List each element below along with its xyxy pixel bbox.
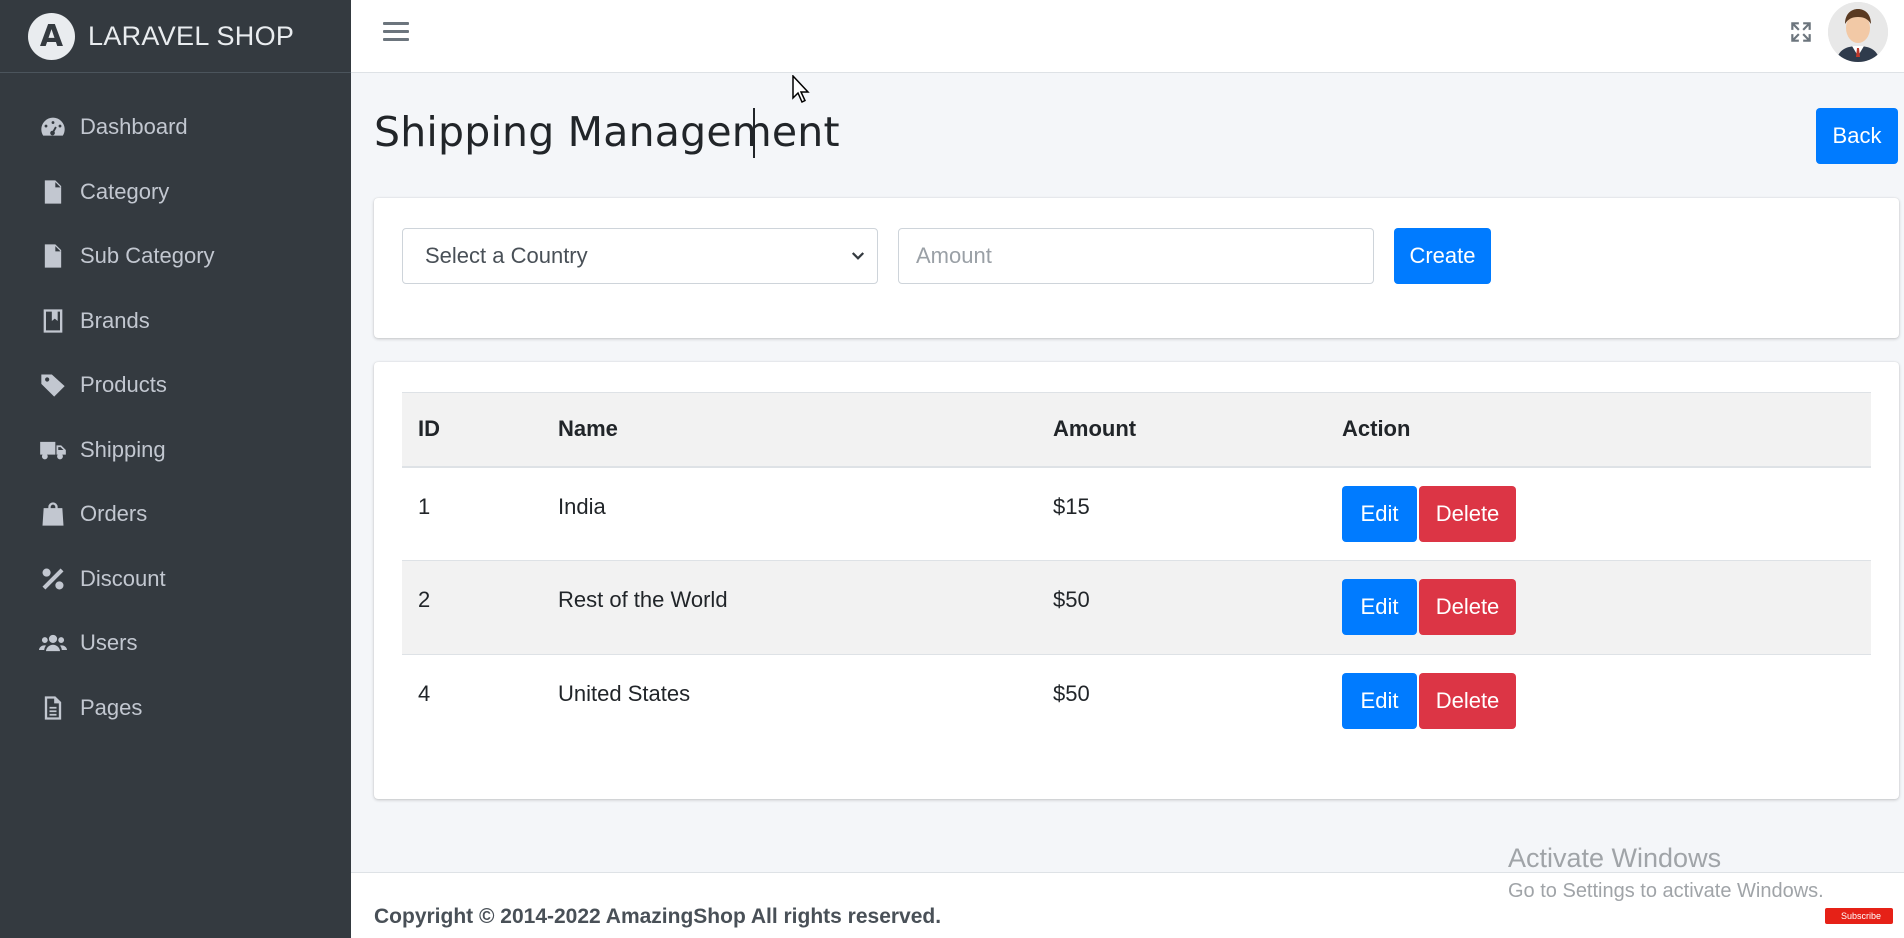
cell-actions: Edit Delete: [1326, 561, 1871, 655]
column-header-action: Action: [1342, 416, 1411, 442]
sidebar-item-label: Shipping: [80, 436, 166, 462]
mouse-cursor-icon: [792, 75, 810, 104]
bookmark-icon: [38, 306, 68, 336]
edit-button[interactable]: Edit: [1342, 579, 1417, 635]
sidebar-item-orders[interactable]: Orders: [0, 482, 351, 547]
sidebar-item-label: Brands: [80, 307, 150, 333]
top-navbar: [351, 0, 1904, 73]
brand-name: LARAVEL SHOP: [88, 20, 295, 51]
shipping-form-card: Select a Country Create: [374, 198, 1899, 338]
menu-toggle-icon[interactable]: [383, 18, 409, 44]
sidebar-nav: Dashboard Category Sub Category Brands P…: [0, 73, 351, 740]
brand-link[interactable]: A LARAVEL SHOP: [0, 0, 351, 73]
users-icon: [38, 628, 68, 658]
column-header-name: Name: [558, 416, 618, 442]
table-row: 1 India $15 Edit Delete: [402, 467, 1871, 561]
user-avatar[interactable]: [1828, 2, 1888, 62]
table-row: 2 Rest of the World $50 Edit Delete: [402, 560, 1871, 655]
cell-amount: $15: [1053, 493, 1090, 519]
delete-button[interactable]: Delete: [1419, 673, 1516, 729]
sidebar-item-label: Products: [80, 372, 167, 398]
sidebar-item-label: Pages: [80, 694, 143, 720]
column-header-amount: Amount: [1053, 416, 1137, 442]
shopping-bag-icon: [38, 499, 68, 529]
brand-logo: A: [28, 12, 75, 60]
tag-icon: [38, 370, 68, 400]
sidebar: A LARAVEL SHOP Dashboard Category Sub Ca…: [0, 0, 351, 938]
cell-id: 4: [418, 681, 431, 706]
shipping-table: ID Name Amount Action 1 India $15 Edit De…: [402, 392, 1871, 749]
cell-name: India: [558, 493, 606, 519]
sidebar-item-label: Orders: [80, 501, 148, 527]
footer-copyright: Copyright © 2014-2022 AmazingShop All ri…: [374, 905, 942, 928]
create-button[interactable]: Create: [1394, 228, 1491, 284]
cell-name: United States: [558, 681, 691, 706]
sidebar-item-pages[interactable]: Pages: [0, 676, 351, 741]
back-button[interactable]: Back: [1816, 108, 1898, 164]
sidebar-item-brands[interactable]: Brands: [0, 289, 351, 354]
cell-id: 2: [418, 587, 431, 612]
cell-actions: Edit Delete: [1326, 467, 1871, 561]
delete-button[interactable]: Delete: [1419, 579, 1516, 635]
chevron-down-icon: [851, 252, 865, 260]
file-alt-icon: [38, 693, 68, 723]
percent-icon: [38, 564, 68, 594]
sidebar-item-users[interactable]: Users: [0, 611, 351, 676]
column-header-id: ID: [418, 416, 440, 442]
sidebar-item-label: Category: [80, 178, 170, 204]
sidebar-item-products[interactable]: Products: [0, 353, 351, 418]
activate-windows-subtitle: Go to Settings to activate Windows.: [1508, 880, 1824, 902]
file-icon: [38, 177, 68, 207]
delete-button[interactable]: Delete: [1419, 485, 1516, 542]
amount-input[interactable]: [898, 228, 1374, 284]
table-row: 4 United States $50 Edit Delete: [402, 655, 1871, 749]
cell-amount: $50: [1053, 587, 1090, 612]
table-header-row: ID Name Amount Action: [402, 392, 1871, 467]
sidebar-item-discount[interactable]: Discount: [0, 547, 351, 612]
sidebar-item-shipping[interactable]: Shipping: [0, 418, 351, 483]
sidebar-item-sub-category[interactable]: Sub Category: [0, 224, 351, 289]
sidebar-item-label: Discount: [80, 565, 166, 591]
sidebar-item-label: Sub Category: [80, 243, 215, 269]
edit-button[interactable]: Edit: [1342, 485, 1417, 542]
sidebar-item-label: Dashboard: [80, 114, 188, 140]
cell-name: Rest of the World: [558, 587, 728, 612]
file-icon: [38, 241, 68, 271]
edit-button[interactable]: Edit: [1342, 673, 1417, 729]
truck-icon: [38, 435, 68, 465]
page-title: Shipping Management: [374, 108, 840, 156]
fullscreen-icon[interactable]: [1788, 19, 1814, 45]
country-select-value: Select a Country: [425, 243, 588, 268]
sidebar-item-dashboard[interactable]: Dashboard: [0, 95, 351, 160]
sidebar-item-category[interactable]: Category: [0, 160, 351, 225]
shipping-table-card: ID Name Amount Action 1 India $15 Edit De…: [374, 362, 1899, 799]
text-caret: [753, 108, 755, 158]
youtube-subscribe-badge[interactable]: Subscribe: [1825, 908, 1893, 924]
dashboard-gauge-icon: [38, 112, 68, 142]
activate-windows-title: Activate Windows: [1508, 843, 1722, 873]
cell-id: 1: [418, 493, 431, 519]
sidebar-item-label: Users: [80, 630, 138, 656]
country-select[interactable]: Select a Country: [402, 228, 878, 284]
cell-amount: $50: [1053, 681, 1090, 706]
cell-actions: Edit Delete: [1326, 655, 1871, 749]
